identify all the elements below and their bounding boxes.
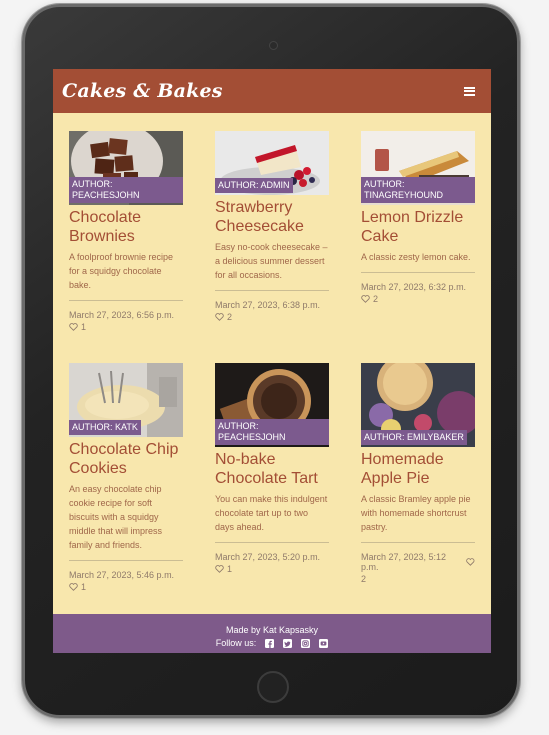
recipe-date: March 27, 2023, 5:46 p.m. — [69, 570, 175, 580]
recipe-description: A foolproof brownie recipe for a squidgy… — [69, 252, 174, 290]
heart-icon[interactable] — [466, 558, 475, 566]
author-badge: AUTHOR: TINAGREYHOUND — [361, 177, 475, 203]
like-count: 1 — [81, 322, 87, 332]
recipe-date: March 27, 2023, 6:38 p.m. — [215, 300, 321, 310]
recipe-image[interactable]: AUTHOR: ADMIN — [215, 131, 329, 195]
likes[interactable]: 2 — [215, 312, 329, 322]
recipe-description: A classic Bramley apple pie with homemad… — [361, 494, 471, 532]
recipe-image[interactable]: AUTHOR: EMILYBAKER — [361, 363, 475, 447]
recipe-card[interactable]: AUTHOR: ADMIN Strawberry Cheesecake Easy… — [215, 131, 329, 322]
recipe-title[interactable]: Homemade Apple Pie — [361, 450, 475, 488]
divider — [361, 272, 475, 273]
likes[interactable]: 2 — [361, 574, 475, 584]
author-badge: AUTHOR: PEACHESJOHN — [215, 419, 329, 445]
like-count: 1 — [227, 564, 233, 574]
recipe-card[interactable]: AUTHOR: PEACHESJOHN No-bake Chocolate Ta… — [215, 363, 329, 574]
divider — [215, 542, 329, 543]
divider — [69, 560, 183, 561]
footer: Made by Kat Kapsasky Follow us: — [53, 614, 491, 653]
recipe-description: A classic zesty lemon cake. — [361, 252, 471, 262]
app-screen: Cakes & Bakes AUTHOR: PEACHESJOHN Chocol… — [53, 69, 491, 653]
social-row: Follow us: — [53, 637, 491, 650]
recipe-date: March 27, 2023, 6:32 p.m. — [361, 282, 467, 292]
recipe-title[interactable]: Chocolate Chip Cookies — [69, 440, 183, 478]
likes[interactable]: 1 — [69, 322, 183, 332]
like-count: 2 — [373, 294, 379, 304]
recipe-card[interactable]: AUTHOR: PEACHESJOHN Chocolate Brownies A… — [69, 131, 183, 332]
recipe-date: March 27, 2023, 5:20 p.m. — [215, 552, 321, 562]
divider — [69, 300, 183, 301]
navbar: Cakes & Bakes — [53, 69, 491, 113]
hamburger-menu-icon[interactable] — [464, 86, 475, 96]
recipe-title[interactable]: Lemon Drizzle Cake — [361, 208, 475, 246]
likes[interactable]: 1 — [69, 582, 183, 592]
brand-logo[interactable]: Cakes & Bakes — [62, 80, 223, 102]
recipe-description: Easy no-cook cheesecake – a delicious su… — [215, 242, 328, 280]
recipe-title[interactable]: No-bake Chocolate Tart — [215, 450, 329, 488]
recipe-image[interactable]: AUTHOR: KATK — [69, 363, 183, 437]
recipe-description: You can make this indulgent chocolate ta… — [215, 494, 328, 532]
divider — [361, 542, 475, 543]
twitter-icon[interactable] — [283, 639, 293, 648]
author-badge: AUTHOR: EMILYBAKER — [361, 430, 467, 445]
recipe-card[interactable]: AUTHOR: EMILYBAKER Homemade Apple Pie A … — [361, 363, 475, 584]
like-count: 1 — [81, 582, 87, 592]
recipe-image[interactable]: AUTHOR: PEACHESJOHN — [69, 131, 183, 205]
home-button[interactable] — [257, 671, 289, 703]
recipe-description: An easy chocolate chip cookie recipe for… — [69, 484, 163, 550]
recipe-card[interactable]: AUTHOR: TINAGREYHOUND Lemon Drizzle Cake… — [361, 131, 475, 304]
heart-icon[interactable] — [69, 583, 78, 591]
follow-label: Follow us: — [215, 638, 257, 648]
youtube-icon[interactable] — [319, 639, 329, 648]
author-badge: AUTHOR: KATK — [69, 420, 141, 435]
facebook-icon[interactable] — [265, 639, 275, 648]
recipe-date: March 27, 2023, 5:12 p.m. — [361, 552, 475, 572]
recipe-image[interactable]: AUTHOR: PEACHESJOHN — [215, 363, 329, 447]
like-count: 2 — [361, 574, 367, 584]
likes[interactable]: 2 — [361, 294, 475, 304]
recipe-title[interactable]: Strawberry Cheesecake — [215, 198, 329, 236]
likes[interactable]: 1 — [215, 564, 329, 574]
heart-icon[interactable] — [215, 313, 224, 321]
divider — [215, 290, 329, 291]
author-badge: AUTHOR: PEACHESJOHN — [69, 177, 183, 203]
recipe-image[interactable]: AUTHOR: TINAGREYHOUND — [361, 131, 475, 205]
heart-icon[interactable] — [69, 323, 78, 331]
instagram-icon[interactable] — [301, 639, 311, 648]
author-badge: AUTHOR: ADMIN — [215, 178, 293, 193]
heart-icon[interactable] — [215, 565, 224, 573]
recipe-date-text: March 27, 2023, 5:12 p.m. — [361, 552, 447, 572]
recipe-card[interactable]: AUTHOR: KATK Chocolate Chip Cookies An e… — [69, 363, 183, 592]
credit-text: Made by Kat Kapsasky — [225, 625, 319, 635]
camera-dot — [269, 41, 278, 50]
heart-icon[interactable] — [361, 295, 370, 303]
like-count: 2 — [227, 312, 233, 322]
recipe-title[interactable]: Chocolate Brownies — [69, 208, 183, 246]
recipe-date: March 27, 2023, 6:56 p.m. — [69, 310, 175, 320]
